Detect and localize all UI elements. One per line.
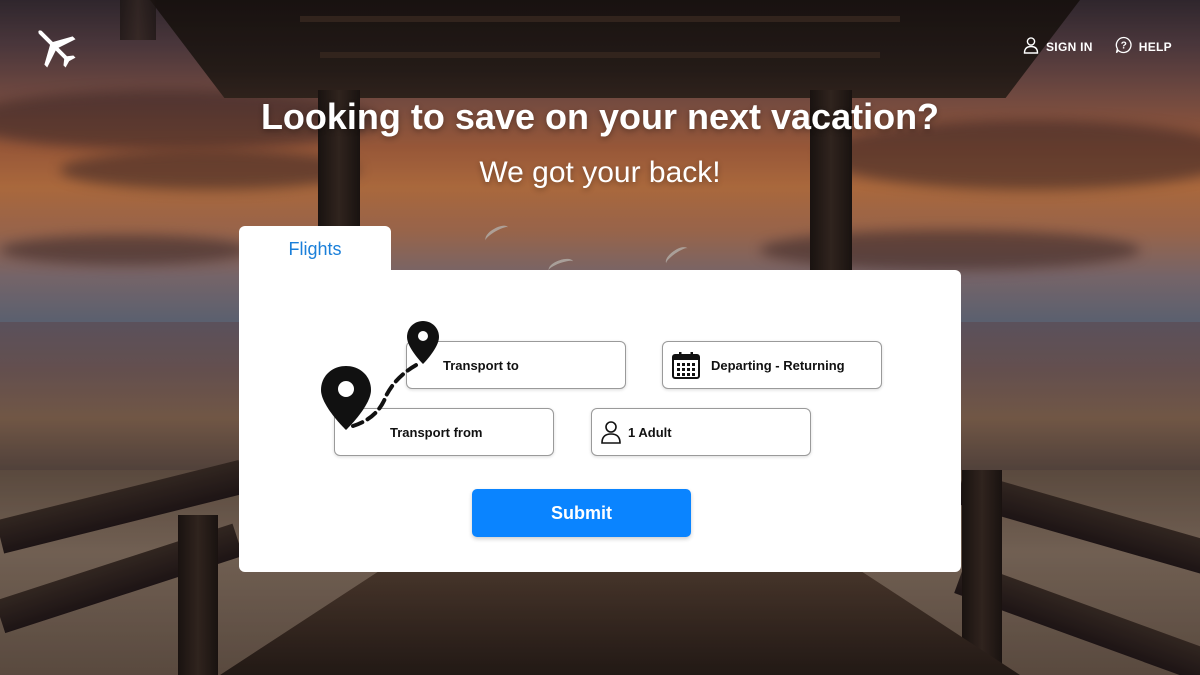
sign-in-link[interactable]: SIGN IN: [1022, 36, 1093, 57]
svg-text:?: ?: [1121, 41, 1127, 52]
calendar-icon: [671, 350, 701, 380]
transport-to-label: Transport to: [443, 357, 519, 373]
tab-flights[interactable]: Flights: [239, 226, 391, 272]
transport-to-field[interactable]: Transport to: [406, 341, 626, 389]
hero-subtitle: We got your back!: [479, 156, 721, 189]
dates-label: Departing - Returning: [711, 357, 845, 373]
submit-button[interactable]: Submit: [472, 489, 691, 537]
person-icon: [600, 420, 622, 444]
help-link[interactable]: ? HELP: [1115, 36, 1172, 57]
transport-from-label: Transport from: [390, 424, 483, 440]
sign-in-label: SIGN IN: [1046, 39, 1093, 54]
help-label: HELP: [1138, 39, 1172, 54]
travelers-field[interactable]: 1 Adult: [591, 408, 811, 456]
travelers-label: 1 Adult: [628, 424, 672, 440]
transport-from-field[interactable]: Transport from: [334, 408, 554, 456]
dates-field[interactable]: Departing - Returning: [662, 341, 882, 389]
user-icon: [1022, 36, 1040, 57]
airplane-icon[interactable]: [30, 22, 80, 72]
hero-title: Looking to save on your next vacation?: [260, 96, 940, 137]
question-icon: ?: [1115, 36, 1133, 57]
top-nav: SIGN IN ? HELP: [1022, 36, 1172, 57]
